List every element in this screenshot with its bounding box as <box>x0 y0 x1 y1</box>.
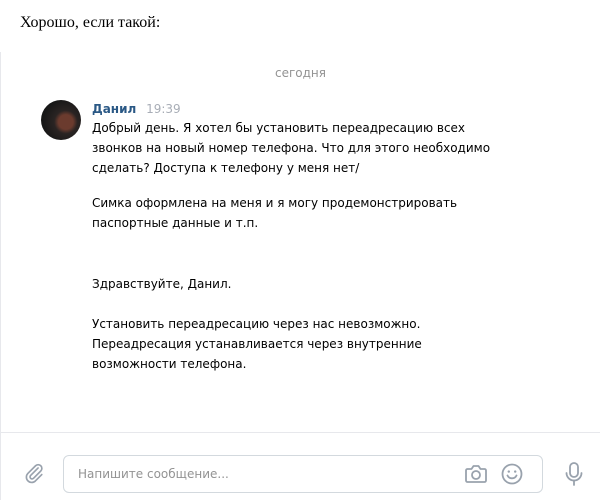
microphone-icon[interactable] <box>563 461 585 487</box>
chat-window: сегодня Данил 19:39 Добрый день. Я хотел… <box>0 52 600 500</box>
emoji-icon[interactable] <box>501 463 523 485</box>
message-line: Переадресация устанавливается через внут… <box>92 337 422 351</box>
message-line: Симка оформлена на меня и я могу продемо… <box>92 196 458 210</box>
date-divider: сегодня <box>275 66 326 80</box>
message-line: Здравствуйте, Данил. <box>92 277 232 291</box>
message-line: возможности телефона. <box>92 357 247 371</box>
page-caption: Хорошо, если такой: <box>20 14 161 31</box>
message-line: паспортные данные и т.п. <box>92 216 259 230</box>
avatar[interactable] <box>41 100 81 140</box>
camera-icon[interactable] <box>464 463 488 485</box>
message-line: сделать? Доступа к телефону у меня нет/ <box>92 161 360 175</box>
message-line: Добрый день. Я хотел бы установить переа… <box>92 121 466 135</box>
author-name[interactable]: Данил <box>92 102 136 116</box>
message-header: Данил 19:39 <box>92 102 181 116</box>
message-line: Установить переадресацию через нас невоз… <box>92 317 421 331</box>
message-time[interactable]: 19:39 <box>146 102 181 116</box>
message-input-bar <box>1 432 600 500</box>
paperclip-icon[interactable] <box>23 462 45 484</box>
message-line: звонков на новый номер телефона. Что для… <box>92 141 491 155</box>
